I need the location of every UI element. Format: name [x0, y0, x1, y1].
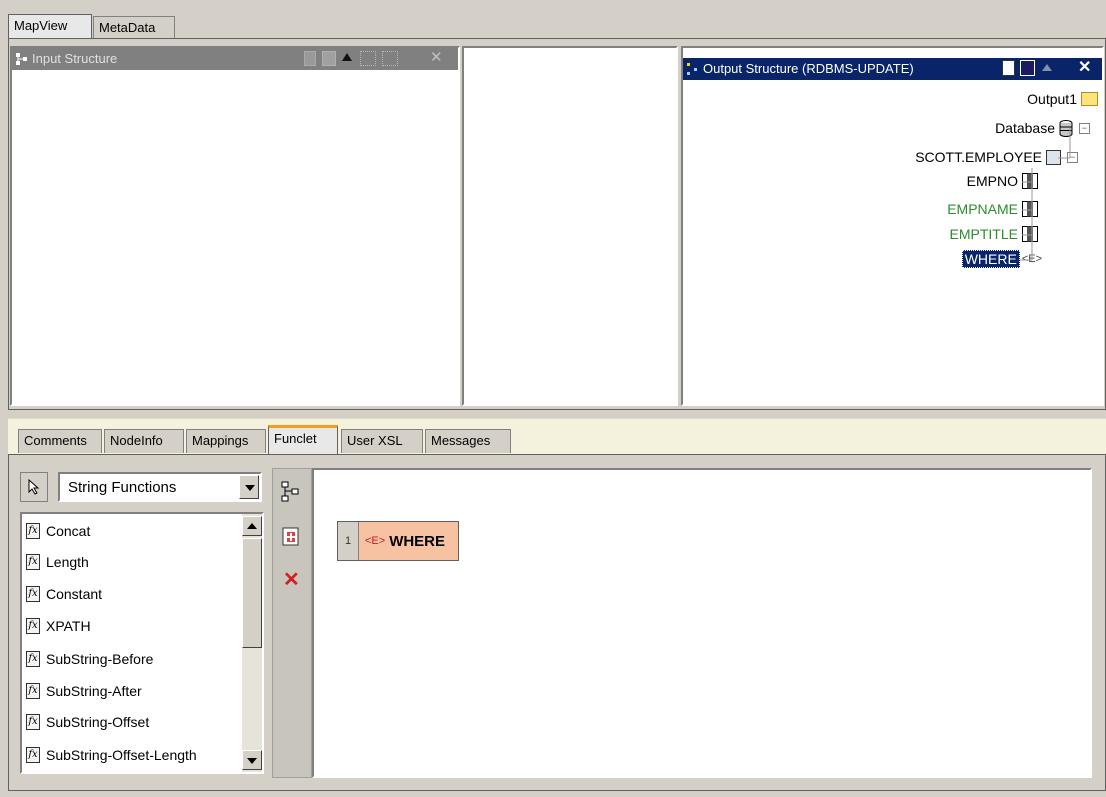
add-icon[interactable] — [282, 527, 300, 547]
tree-icon[interactable] — [281, 481, 301, 503]
scroll-down-button[interactable] — [242, 750, 262, 770]
function-icon: fx — [26, 586, 40, 602]
tab-mappings[interactable]: Mappings — [186, 429, 266, 453]
input-structure-panel — [10, 46, 460, 406]
list-item[interactable]: fx Concat — [26, 518, 90, 544]
function-label: SubString-After — [46, 683, 142, 699]
expand-tree-icon[interactable] — [360, 51, 376, 66]
mapping-canvas[interactable] — [462, 46, 678, 406]
node-index: 1 — [338, 522, 359, 560]
function-label: SubString-Offset-Length — [46, 747, 197, 763]
list-item[interactable]: fx Constant — [26, 581, 102, 607]
function-label: Concat — [46, 523, 91, 539]
list-item[interactable]: fx XPATH — [26, 613, 91, 639]
up-arrow-icon[interactable] — [1042, 64, 1052, 71]
tree-icon — [16, 53, 27, 65]
tab-user-xsl[interactable]: User XSL — [341, 429, 423, 453]
output-tree: Output1 Database − SCOTT.EMPLOYEE − EMPN… — [686, 88, 1098, 278]
new-doc-icon[interactable] — [304, 51, 316, 66]
function-list-scrollbar[interactable] — [242, 514, 262, 772]
element-icon: <E> — [365, 535, 386, 547]
up-arrow-icon[interactable] — [342, 53, 352, 61]
scroll-thumb[interactable] — [242, 538, 262, 648]
function-icon: fx — [26, 714, 40, 730]
function-category-value: String Functions — [68, 479, 177, 496]
canvas-node-where[interactable]: 1 <E> WHERE — [337, 521, 459, 561]
delete-icon[interactable]: ✕ — [283, 567, 300, 592]
collapse-tree-icon[interactable] — [382, 51, 398, 66]
output-structure-title: Output Structure (RDBMS-UPDATE) — [703, 61, 914, 76]
function-label: Length — [46, 554, 89, 570]
tab-metadata[interactable]: MetaData — [93, 16, 175, 38]
pointer-button[interactable] — [20, 472, 48, 502]
function-label: SubString-Offset — [46, 714, 150, 730]
output-structure-toolbar: ✕ — [1002, 57, 1100, 78]
function-label: Constant — [46, 586, 103, 602]
tab-messages[interactable]: Messages — [425, 429, 511, 453]
function-icon: fx — [26, 618, 40, 634]
function-label: XPATH — [46, 618, 91, 634]
list-item[interactable]: fx SubString-Offset-Length — [26, 742, 197, 768]
function-category-select[interactable]: String Functions — [58, 472, 262, 502]
save-icon[interactable] — [1020, 60, 1035, 76]
tree-connectors — [1020, 128, 1071, 261]
new-doc-icon[interactable] — [1002, 60, 1015, 76]
function-icon: fx — [26, 523, 40, 539]
function-icon: fx — [26, 683, 40, 699]
node-label: WHERE — [389, 532, 446, 550]
save-icon[interactable] — [322, 51, 336, 66]
input-structure-title: Input Structure — [32, 51, 118, 66]
close-icon[interactable]: ✕ — [430, 48, 443, 66]
function-list: fx Concat fx Length fx Constant fx XPATH fx S… — [20, 512, 264, 774]
function-icon: fx — [26, 747, 40, 763]
funclet-canvas[interactable] — [312, 468, 1092, 778]
tree-icon — [687, 63, 697, 75]
funclet-side-toolbar: ✕ — [272, 468, 312, 778]
chevron-down-icon[interactable] — [239, 475, 259, 499]
input-structure-toolbar: ✕ — [304, 48, 454, 67]
function-label: SubString-Before — [46, 651, 154, 667]
list-item[interactable]: fx Length — [26, 549, 89, 575]
function-icon: fx — [26, 651, 40, 667]
list-item[interactable]: fx SubString-After — [26, 678, 142, 704]
tab-nodeinfo[interactable]: NodeInfo — [104, 429, 184, 453]
tab-comments[interactable]: Comments — [18, 429, 102, 453]
close-icon[interactable]: ✕ — [1078, 57, 1091, 77]
pointer-icon — [28, 479, 40, 495]
function-icon: fx — [26, 554, 40, 570]
tab-mapview[interactable]: MapView — [8, 14, 92, 38]
list-item[interactable]: fx SubString-Offset — [26, 709, 149, 735]
tab-funclet[interactable]: Funclet — [268, 425, 338, 455]
scroll-up-button[interactable] — [242, 516, 262, 536]
list-item[interactable]: fx SubString-Before — [26, 646, 153, 672]
